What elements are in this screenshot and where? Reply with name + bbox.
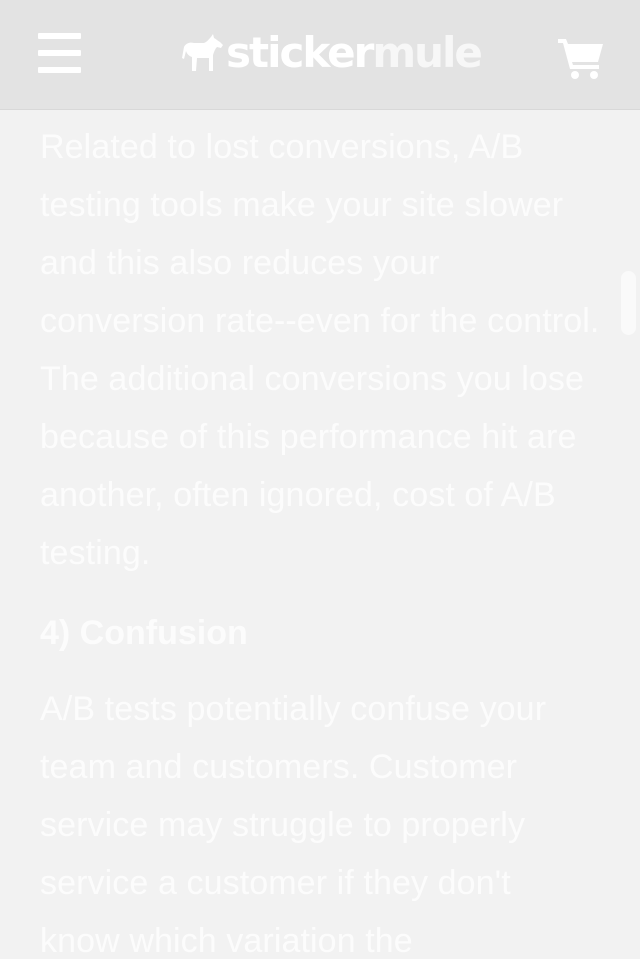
article-paragraph: A/B tests potentially confuse your team … bbox=[40, 690, 547, 959]
menu-bar bbox=[38, 33, 81, 39]
section-heading: 4) Confusion bbox=[40, 614, 248, 652]
article-paragraph: Related to lost conversions, A/B testing… bbox=[40, 128, 600, 572]
article-content: Related to lost conversions, A/B testing… bbox=[40, 118, 600, 959]
logo-word-sticker: sticker bbox=[226, 28, 374, 77]
menu-bar bbox=[38, 50, 81, 56]
shopping-cart-icon[interactable] bbox=[557, 36, 605, 80]
sticker-mule-logo[interactable]: stickermule bbox=[180, 28, 483, 78]
menu-bar bbox=[38, 67, 81, 73]
hamburger-menu-icon[interactable] bbox=[38, 33, 82, 73]
logo-wordmark: stickermule bbox=[226, 28, 483, 78]
top-navigation-bar: stickermule bbox=[0, 0, 640, 110]
vertical-scrollbar[interactable] bbox=[621, 271, 636, 335]
mule-icon bbox=[182, 34, 223, 71]
page: stickermule Related to lost conversions,… bbox=[0, 0, 640, 959]
logo-word-mule: mule bbox=[372, 28, 483, 77]
